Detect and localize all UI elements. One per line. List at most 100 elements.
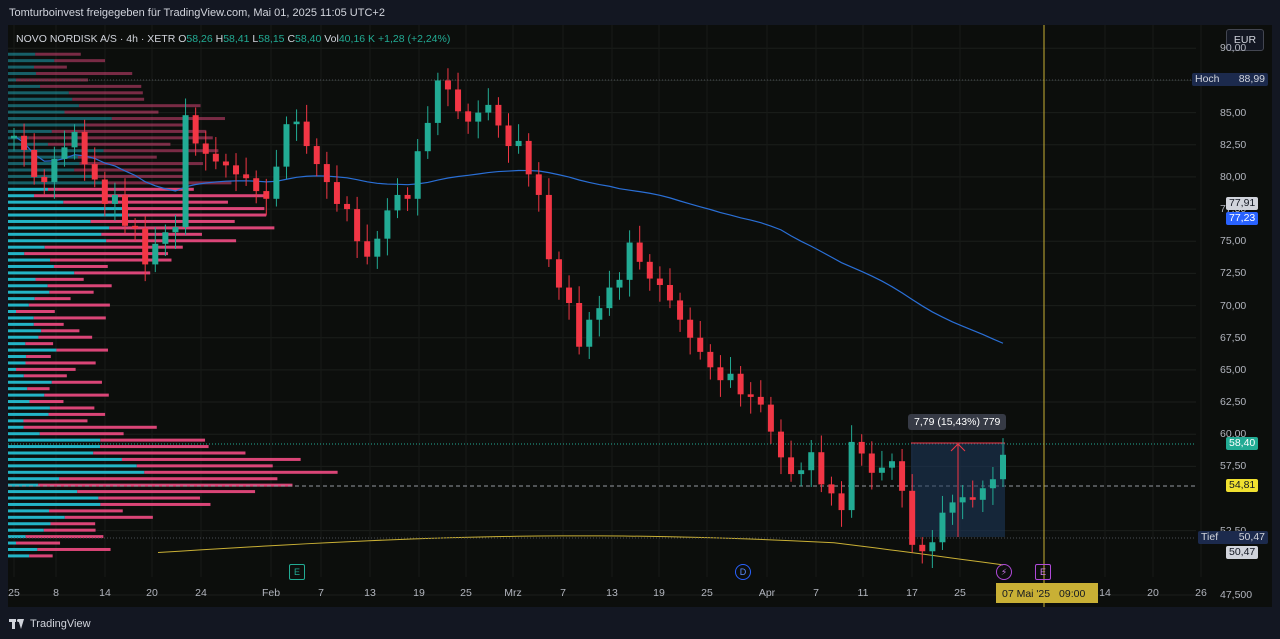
profile-bar-up bbox=[8, 174, 94, 178]
profile-bar-down bbox=[27, 387, 50, 391]
price-tick: 47,500 bbox=[1220, 589, 1253, 601]
candle-body bbox=[727, 373, 734, 381]
low-price-value: 50,47 bbox=[1238, 531, 1265, 543]
candle-body bbox=[576, 302, 583, 347]
profile-bar-up bbox=[8, 522, 51, 526]
volume-value: 40,16 K bbox=[338, 33, 376, 45]
profile-bar-up bbox=[8, 547, 38, 551]
candle-body bbox=[788, 457, 795, 475]
profile-bar-up bbox=[8, 84, 41, 88]
candle-body bbox=[384, 210, 391, 239]
time-tick: 7 bbox=[318, 587, 324, 599]
candle-body bbox=[142, 228, 149, 265]
measure-tooltip: 7,79 (15,43%) 779 bbox=[908, 414, 1007, 430]
profile-bar-up bbox=[8, 194, 35, 198]
profile-bar-up bbox=[8, 117, 112, 121]
profile-bar-down bbox=[34, 65, 67, 69]
split-icon[interactable]: ⚡ bbox=[996, 564, 1012, 580]
candle-body bbox=[949, 502, 956, 513]
candle-body bbox=[212, 153, 219, 162]
candle-body bbox=[122, 194, 129, 226]
candle-body bbox=[41, 176, 48, 183]
time-tick: 24 bbox=[195, 587, 207, 599]
profile-bar-up bbox=[8, 264, 54, 268]
profile-bar-up bbox=[8, 387, 28, 391]
profile-bar-up bbox=[8, 65, 35, 69]
candle-body bbox=[707, 351, 714, 368]
candle-body bbox=[465, 111, 472, 122]
candle-body bbox=[71, 131, 78, 148]
time-tick: 20 bbox=[1147, 587, 1159, 599]
profile-bar-up bbox=[8, 490, 78, 494]
candle-body bbox=[394, 194, 401, 211]
profile-bar-down bbox=[49, 406, 95, 410]
profile-bar-up bbox=[8, 445, 101, 449]
candle-body bbox=[61, 147, 68, 159]
earnings-icon[interactable]: E bbox=[289, 564, 305, 580]
profile-bar-down bbox=[33, 316, 106, 320]
ma-gray-label: 77,91 bbox=[1226, 197, 1259, 210]
profile-bar-down bbox=[59, 477, 278, 481]
candle-body bbox=[858, 441, 865, 454]
profile-bar-down bbox=[16, 541, 61, 545]
time-tick: 26 bbox=[1195, 587, 1207, 599]
candle-body bbox=[162, 232, 169, 244]
plot-area[interactable] bbox=[8, 25, 1272, 607]
profile-bar-up bbox=[8, 232, 102, 236]
close-label: C bbox=[287, 33, 296, 45]
candle-body bbox=[878, 467, 885, 473]
symbol-legend[interactable]: NOVO NORDISK A/S · 4h · XETR O58,26 H58,… bbox=[16, 33, 450, 45]
candle-body bbox=[111, 194, 118, 204]
candle-body bbox=[51, 158, 58, 183]
crosshair-date: 07 Mai '25 bbox=[1002, 588, 1051, 600]
time-tick: 11 bbox=[857, 587, 869, 599]
time-tick: 25 bbox=[701, 587, 713, 599]
profile-bar-down bbox=[35, 52, 81, 56]
price-tick: 57,50 bbox=[1220, 460, 1247, 473]
price-tick: 82,50 bbox=[1220, 138, 1247, 151]
time-tick: 7 bbox=[560, 587, 566, 599]
profile-bar-up bbox=[8, 496, 99, 500]
candle-body bbox=[808, 452, 815, 471]
profile-bar-up bbox=[8, 168, 75, 172]
profile-bar-up bbox=[8, 162, 80, 166]
candle-body bbox=[222, 161, 229, 166]
candle-body bbox=[11, 135, 17, 139]
profile-bar-up bbox=[8, 129, 52, 133]
profile-bar-down bbox=[86, 123, 187, 127]
volume-label: Vol bbox=[324, 33, 339, 45]
candle-body bbox=[535, 174, 542, 195]
profile-bar-up bbox=[8, 91, 69, 95]
profile-bar-down bbox=[78, 104, 201, 108]
candle-body bbox=[1000, 454, 1006, 480]
crosshair-time-label: 07 Mai '25 09:00 bbox=[996, 583, 1098, 603]
candle-body bbox=[687, 319, 694, 338]
profile-bar-down bbox=[47, 284, 112, 288]
future-earnings-icon[interactable]: E bbox=[1035, 564, 1051, 580]
candle-body bbox=[545, 194, 552, 260]
tradingview-brand[interactable]: TradingView bbox=[9, 618, 91, 630]
close-value: 58,40 bbox=[295, 33, 322, 45]
time-tick: 13 bbox=[364, 587, 376, 599]
profile-bar-up bbox=[8, 470, 145, 474]
profile-bar-up bbox=[8, 367, 16, 371]
profile-bar-up bbox=[8, 72, 37, 76]
profile-bar-down bbox=[101, 232, 202, 236]
dividend-icon[interactable]: D bbox=[735, 564, 751, 580]
candle-body bbox=[101, 179, 108, 204]
profile-bar-up bbox=[8, 477, 60, 481]
candle-body bbox=[606, 287, 613, 309]
profile-bar-up bbox=[8, 400, 30, 404]
candle-body bbox=[152, 243, 159, 265]
profile-bar-up bbox=[8, 52, 36, 56]
candle-body bbox=[909, 490, 916, 545]
time-tick: Mrz bbox=[504, 587, 522, 599]
candle-body bbox=[798, 470, 805, 475]
price-tick: 72,50 bbox=[1220, 267, 1247, 280]
profile-bar-down bbox=[50, 522, 96, 526]
candle-body bbox=[91, 164, 98, 180]
chart-pane[interactable]: NOVO NORDISK A/S · 4h · XETR O58,26 H58,… bbox=[8, 25, 1272, 607]
candle-body bbox=[555, 259, 562, 288]
candle-body bbox=[313, 146, 320, 165]
footer: TradingView bbox=[0, 609, 1280, 639]
